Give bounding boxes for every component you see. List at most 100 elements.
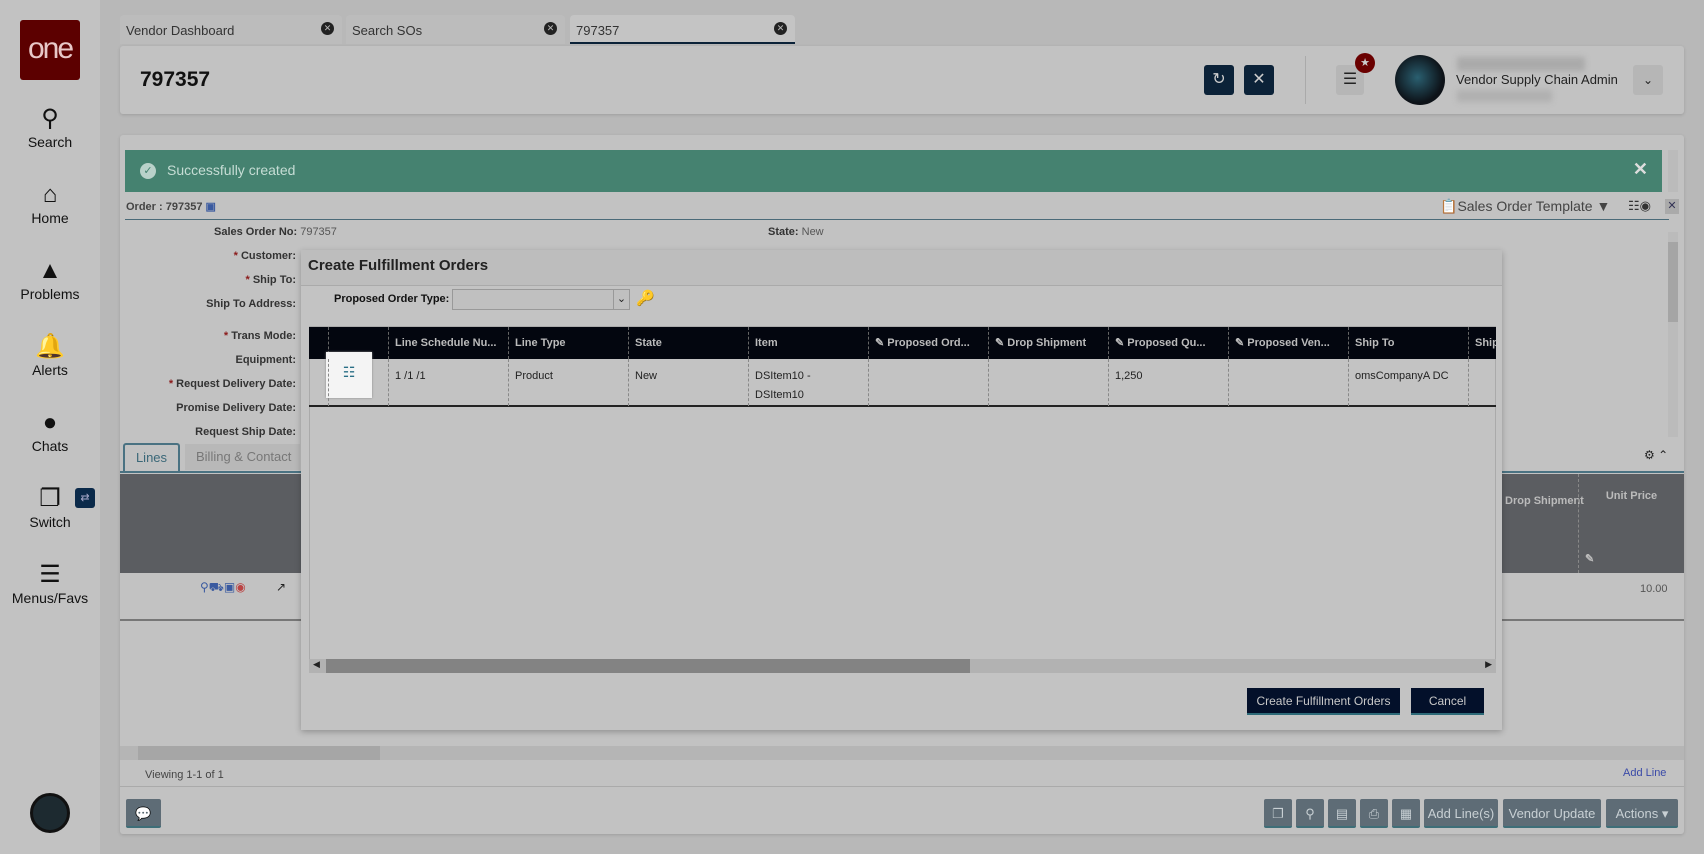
col-state[interactable]: State: [628, 327, 748, 359]
cell-proposed-order[interactable]: [868, 359, 988, 406]
scrollbar-thumb[interactable]: [326, 659, 970, 673]
label: Search: [27, 134, 73, 150]
col-proposed-order[interactable]: ✎ Proposed Ord...: [868, 327, 988, 359]
cell-state: New: [628, 359, 748, 406]
user-avatar[interactable]: [1395, 55, 1445, 105]
add-lines-button[interactable]: Add Line(s): [1424, 799, 1498, 828]
refresh-icon: ↻: [1212, 71, 1226, 88]
order-number: Order : 797357: [126, 201, 203, 213]
label: Sales Order No:: [214, 226, 298, 238]
cell-line-type: Product: [508, 359, 628, 406]
unit-price-value: 10.00: [1640, 583, 1668, 595]
col-proposed-qty[interactable]: ✎ Proposed Qu...: [1108, 327, 1228, 359]
template-label: Sales Order Template: [1457, 198, 1593, 214]
request-ship-date-label: Request Ship Date:: [195, 426, 296, 438]
close-tab-icon[interactable]: ✕: [774, 22, 787, 35]
chat-button[interactable]: 💬: [126, 799, 161, 828]
header-text: Proposed Ord...: [887, 337, 970, 349]
switch-badge-icon: ⇄: [75, 488, 95, 508]
documents-button[interactable]: ▤: [1328, 799, 1356, 828]
text: Ship To:: [252, 274, 296, 286]
grid-settings-icon[interactable]: ⚙ ⌃: [1644, 448, 1668, 462]
sidebar-item-search[interactable]: ⚲ Search: [0, 104, 100, 150]
cancel-button[interactable]: Cancel: [1411, 688, 1484, 715]
calculator-button[interactable]: ▦: [1392, 799, 1420, 828]
form-scrollbar[interactable]: [1668, 232, 1678, 437]
vendor-update-button[interactable]: Vendor Update: [1503, 799, 1601, 828]
row-action-icons[interactable]: ⚲⛟▣◉: [200, 580, 246, 596]
tab-search-sos[interactable]: Search SOs ✕: [346, 15, 565, 44]
modal-title: Create Fulfillment Orders: [308, 257, 489, 274]
state-field: State: New: [768, 226, 824, 238]
close-button[interactable]: ✕: [1244, 65, 1274, 95]
hierarchy-icon: ☷: [342, 364, 356, 380]
add-line-link[interactable]: Add Line: [1623, 767, 1666, 779]
refresh-button[interactable]: ↻: [1204, 65, 1234, 95]
close-tab-icon[interactable]: ✕: [321, 22, 334, 35]
archive-icon: ▣: [205, 201, 216, 213]
divider: [1305, 56, 1306, 104]
open-link-icon[interactable]: ↗: [276, 580, 286, 594]
divider: [328, 359, 329, 406]
lines-h-scrollbar[interactable]: [120, 746, 1684, 760]
order-label: Order : 797357 ▣: [126, 200, 216, 213]
sidebar-item-home[interactable]: ⌂ Home: [0, 180, 100, 226]
label: State:: [768, 226, 799, 238]
location-button[interactable]: ⚲: [1296, 799, 1324, 828]
label: Home: [31, 210, 69, 226]
value: 797357: [300, 226, 337, 238]
cell-proposed-qty[interactable]: 1,250: [1108, 359, 1228, 406]
col-drop-shipment[interactable]: ✎ Drop Shipment: [988, 327, 1108, 359]
col-line-type[interactable]: Line Type: [508, 327, 628, 359]
copy-button[interactable]: ❐: [1264, 799, 1292, 828]
value: New: [801, 226, 824, 238]
cell-line-schedule: 1 /1 /1: [388, 359, 508, 406]
col-ship[interactable]: Ship: [1468, 327, 1496, 359]
tab-label: Vendor Dashboard: [126, 23, 235, 38]
col-ship-to[interactable]: Ship To: [1348, 327, 1468, 359]
sidebar: one ⚲ Search ⌂ Home ▲ Problems 🔔 Alerts ● Cha…: [0, 0, 100, 854]
tab-billing-contact[interactable]: Billing & Contact: [185, 444, 300, 470]
sidebar-item-chats[interactable]: ● Chats: [0, 408, 100, 454]
print-button[interactable]: ⎙: [1360, 799, 1388, 828]
header-text: Proposed Qu...: [1127, 337, 1206, 349]
edit-icon: ✎: [995, 337, 1005, 349]
sidebar-item-menus[interactable]: ☰ Menus/Favs: [0, 560, 100, 606]
col-proposed-vendor[interactable]: ✎ Proposed Ven...: [1228, 327, 1348, 359]
close-banner-icon[interactable]: ✕: [1633, 159, 1648, 180]
sidebar-item-problems[interactable]: ▲ Problems: [0, 256, 100, 302]
create-fulfillment-orders-button[interactable]: Create Fulfillment Orders: [1247, 688, 1400, 715]
user-avatar-small[interactable]: [30, 793, 70, 833]
cell-drop-shipment[interactable]: [988, 359, 1108, 406]
label: Actions: [1615, 806, 1659, 821]
actions-button[interactable]: Actions ▾: [1606, 799, 1678, 828]
scroll-left-icon[interactable]: ◀: [313, 659, 320, 670]
banner-scrollbar[interactable]: [1668, 150, 1678, 192]
favorites-star-icon[interactable]: ★: [1355, 53, 1375, 73]
col-item[interactable]: Item: [748, 327, 868, 359]
cell-proposed-vendor[interactable]: [1228, 359, 1348, 406]
sales-order-no: Sales Order No: 797357: [214, 226, 337, 238]
hierarchy-icon[interactable]: ☷◉: [1628, 198, 1651, 214]
col-drop-shipment: Drop Shipment: [1505, 495, 1584, 507]
modal-h-scrollbar[interactable]: ◀ ▶: [309, 659, 1496, 673]
user-name-blurred: [1457, 57, 1585, 71]
order-type-select[interactable]: ⌄: [452, 289, 630, 310]
page-header: [120, 46, 1684, 114]
tab-797357[interactable]: 797357 ✕: [570, 15, 795, 44]
tab-label: 797357: [576, 23, 620, 38]
text: Customer:: [240, 250, 296, 262]
hierarchy-select-button[interactable]: ☷: [326, 352, 372, 398]
close-order-icon[interactable]: ✕: [1665, 199, 1679, 214]
col-line-schedule[interactable]: Line Schedule Nu...: [388, 327, 508, 359]
template-select[interactable]: 📋Sales Order Template ▼: [1440, 198, 1610, 215]
scroll-right-icon[interactable]: ▶: [1485, 659, 1492, 670]
key-icon[interactable]: 🔑: [636, 289, 655, 307]
label: Alerts: [32, 362, 68, 378]
tab-vendor-dashboard[interactable]: Vendor Dashboard ✕: [120, 15, 342, 44]
close-tab-icon[interactable]: ✕: [544, 22, 557, 35]
bell-icon: 🔔: [35, 333, 65, 360]
sidebar-item-alerts[interactable]: 🔔 Alerts: [0, 332, 100, 378]
tab-lines[interactable]: Lines: [123, 443, 180, 471]
user-menu-button[interactable]: ⌄: [1633, 65, 1663, 95]
